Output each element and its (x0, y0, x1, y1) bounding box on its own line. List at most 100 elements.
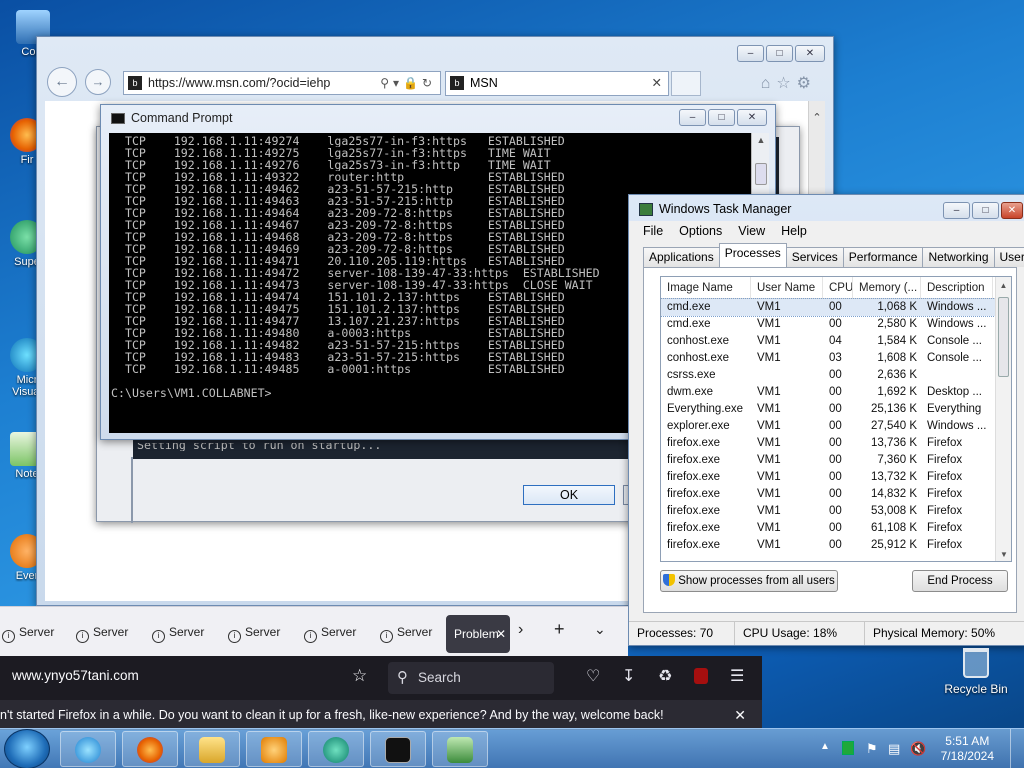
column-cpu[interactable]: CPU (823, 277, 853, 298)
process-row[interactable]: firefox.exe VM1 00 61,108 K Firefox (661, 520, 1011, 537)
tab-applications[interactable]: Applications (643, 247, 720, 267)
maximize-button[interactable]: □ (972, 202, 999, 219)
maximize-button[interactable]: □ (766, 45, 793, 62)
menu-options[interactable]: Options (679, 221, 722, 241)
tray-app-icon[interactable] (842, 741, 854, 755)
taskbar-media-player[interactable] (246, 731, 302, 767)
taskbar-internet-explorer[interactable] (60, 731, 116, 767)
menu-help[interactable]: Help (781, 221, 807, 241)
task-manager-icon (447, 737, 473, 763)
clock[interactable]: 5:51 AM 7/18/2024 (941, 734, 994, 764)
scroll-down-icon[interactable]: ▼ (996, 550, 1011, 559)
tab-performance[interactable]: Performance (842, 247, 924, 267)
favorites-star-icon[interactable]: ☆ (776, 75, 796, 92)
show-hidden-icons-icon[interactable]: ▲ (820, 741, 830, 752)
taskbar-app[interactable] (308, 731, 364, 767)
process-row[interactable]: firefox.exe VM1 00 7,360 K Firefox (661, 452, 1011, 469)
close-button[interactable]: ✕ (1001, 202, 1023, 219)
process-row[interactable]: csrss.exe 00 2,636 K (661, 367, 1011, 384)
firefox-search-box[interactable]: ⚲ Search (388, 662, 554, 694)
tab-scroll-right-icon[interactable]: › (518, 621, 523, 639)
scroll-thumb[interactable] (755, 163, 767, 185)
tab-users[interactable]: Users (993, 247, 1024, 267)
network-icon[interactable]: ▤ (888, 741, 900, 757)
minimize-button[interactable]: – (679, 109, 706, 126)
column-memory[interactable]: Memory (... (853, 277, 921, 298)
address-actions[interactable]: ⚲▾🔒↻ (380, 72, 436, 94)
forward-button[interactable]: → (85, 69, 111, 95)
process-row[interactable]: firefox.exe VM1 00 25,912 K Firefox (661, 537, 1011, 554)
ok-button[interactable]: OK (523, 485, 615, 505)
tab-services[interactable]: Services (785, 247, 844, 267)
process-list-scrollbar[interactable]: ▲ ▼ (995, 277, 1011, 561)
firefox-active-tab[interactable]: Problem ✕ (446, 615, 510, 653)
start-button[interactable] (4, 729, 50, 768)
tab-networking[interactable]: Networking (922, 247, 995, 267)
new-tab-plus-icon[interactable]: + (554, 619, 565, 640)
close-button[interactable]: ✕ (795, 45, 825, 62)
new-tab-button[interactable] (671, 71, 701, 96)
gear-icon[interactable]: ⚙ (797, 75, 817, 92)
process-row[interactable]: Everything.exe VM1 00 25,136 K Everything (661, 401, 1011, 418)
scroll-up-icon[interactable]: ▲ (996, 281, 1011, 290)
action-center-flag-icon[interactable]: ⚑ (866, 741, 878, 757)
maximize-button[interactable]: □ (708, 109, 735, 126)
process-row[interactable]: cmd.exe VM1 00 1,068 K Windows ... (661, 298, 1011, 317)
firefox-tab[interactable]: i Server (304, 625, 356, 643)
firefox-url[interactable]: www.ynyo57tani.com (12, 668, 139, 683)
extensions-icon[interactable]: ♻ (658, 666, 672, 686)
tab-processes[interactable]: Processes (718, 243, 787, 267)
process-row[interactable]: firefox.exe VM1 00 53,008 K Firefox (661, 503, 1011, 520)
firefox-tab[interactable]: i Server (2, 625, 54, 643)
process-row[interactable]: firefox.exe VM1 00 14,832 K Firefox (661, 486, 1011, 503)
end-process-button[interactable]: End Process (912, 570, 1008, 592)
minimize-button[interactable]: – (943, 202, 970, 219)
process-row[interactable]: cmd.exe VM1 00 2,580 K Windows ... (661, 316, 1011, 333)
bookmark-star-icon[interactable]: ☆ (352, 666, 367, 686)
firefox-tab[interactable]: i Server (228, 625, 280, 643)
taskbar-explorer[interactable] (184, 731, 240, 767)
firefox-tab[interactable]: i Server (380, 625, 432, 643)
download-icon[interactable]: ↧ (622, 666, 635, 686)
column-user-name[interactable]: User Name (751, 277, 823, 298)
minimize-button[interactable]: – (737, 45, 764, 62)
desktop-icon-recycle-bin[interactable]: Recycle Bin (936, 648, 1016, 696)
taskbar-task-manager[interactable] (432, 731, 488, 767)
close-button[interactable]: ✕ (737, 109, 767, 126)
scroll-up-icon[interactable]: ⌃ (809, 111, 825, 124)
show-all-processes-button[interactable]: Show processes from all users (660, 570, 838, 592)
address-bar[interactable]: b https://www.msn.com/?ocid=iehp ⚲▾🔒↻ (123, 71, 441, 95)
process-row[interactable]: firefox.exe VM1 00 13,736 K Firefox (661, 435, 1011, 452)
process-row[interactable]: firefox.exe VM1 00 13,732 K Firefox (661, 469, 1011, 486)
home-icon[interactable]: ⌂ (761, 75, 777, 92)
close-tab-icon[interactable]: ✕ (496, 615, 506, 653)
taskbar-command-prompt[interactable] (370, 731, 426, 767)
close-tab-icon[interactable]: ✕ (652, 72, 662, 95)
column-description[interactable]: Description (921, 277, 993, 298)
ie-tab-msn[interactable]: b MSN ✕ (445, 71, 669, 96)
ublock-icon[interactable] (694, 668, 708, 684)
process-rows: cmd.exe VM1 00 1,068 K Windows ... cmd.exe VM1… (661, 298, 1011, 554)
show-desktop-button[interactable] (1010, 729, 1024, 768)
menu-view[interactable]: View (738, 221, 765, 241)
list-all-tabs-icon[interactable]: ⌄ (594, 621, 606, 638)
scroll-thumb[interactable] (998, 297, 1009, 377)
process-row[interactable]: dwm.exe VM1 00 1,692 K Desktop ... (661, 384, 1011, 401)
process-row[interactable]: explorer.exe VM1 00 27,540 K Windows ... (661, 418, 1011, 435)
scroll-up-icon[interactable]: ▲ (754, 135, 768, 149)
process-user-name: VM1 (757, 318, 781, 330)
column-image-name[interactable]: Image Name (661, 277, 751, 298)
firefox-tab[interactable]: i Server (76, 625, 128, 643)
hamburger-menu-icon[interactable]: ☰ (730, 666, 744, 686)
process-row[interactable]: conhost.exe VM1 04 1,584 K Console ... (661, 333, 1011, 350)
volume-muted-icon[interactable]: 🔇 (910, 741, 926, 757)
process-row[interactable]: conhost.exe VM1 03 1,608 K Console ... (661, 350, 1011, 367)
firefox-tab[interactable]: i Server (152, 625, 204, 643)
menu-file[interactable]: File (643, 221, 663, 241)
back-button[interactable]: ← (47, 67, 77, 97)
close-notification-icon[interactable]: ✕ (734, 700, 746, 730)
pocket-icon[interactable]: ♡ (586, 666, 600, 686)
process-list[interactable]: Image Name User Name CPU Memory (... Des… (660, 276, 1012, 562)
taskbar-firefox[interactable] (122, 731, 178, 767)
process-image-name: firefox.exe (667, 454, 721, 466)
